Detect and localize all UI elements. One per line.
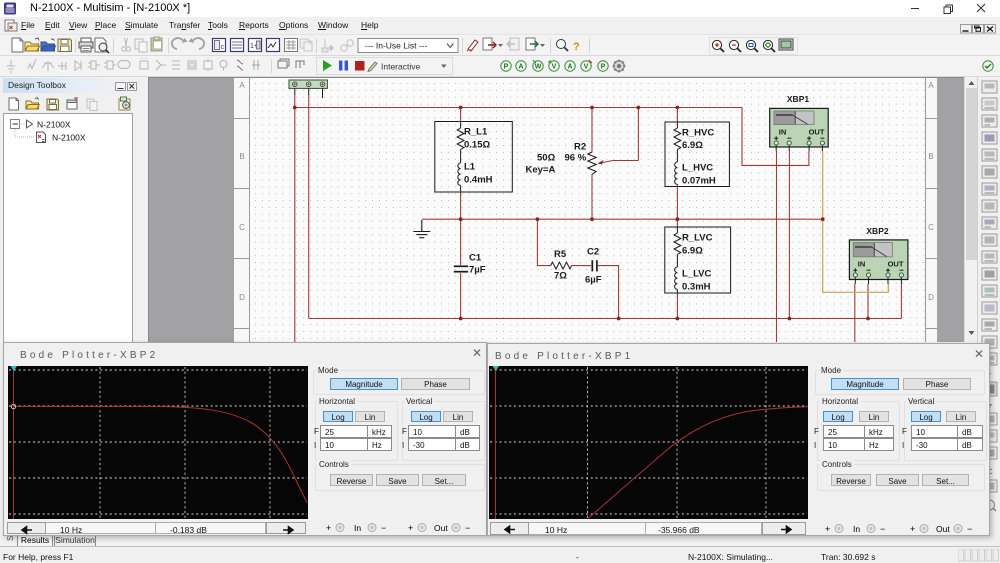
svg-text:A: A (928, 81, 934, 90)
svg-text:Interactive: Interactive (381, 62, 420, 72)
svg-text:L1: L1 (464, 162, 476, 173)
svg-text:V: V (552, 64, 557, 71)
svg-text:c: c (221, 44, 225, 51)
svg-text:N-2100X: N-2100X (37, 120, 71, 130)
svg-text:50Ω: 50Ω (537, 153, 556, 164)
svg-text:P: P (504, 64, 509, 71)
svg-text:IN: IN (858, 260, 866, 269)
svg-text:IN: IN (779, 128, 787, 137)
svg-text:−: − (880, 524, 885, 534)
svg-text:B: B (239, 152, 244, 161)
svg-text:+: + (408, 523, 413, 533)
svg-text:6.9Ω: 6.9Ω (682, 140, 703, 151)
svg-text:In: In (853, 524, 860, 534)
svg-text:N-2100X: N-2100X (52, 133, 86, 143)
svg-text:96 %: 96 % (565, 153, 587, 164)
svg-text:L_HVC: L_HVC (682, 163, 713, 174)
svg-text:−: − (465, 523, 470, 533)
svg-text:B: B (928, 152, 933, 161)
svg-text:0.4mH: 0.4mH (464, 175, 493, 186)
svg-text:−: − (381, 523, 386, 533)
svg-text:R_L1: R_L1 (464, 127, 488, 138)
svg-text:S: S (6, 536, 14, 541)
svg-text:A: A (239, 81, 245, 90)
svg-text:C: C (239, 223, 245, 232)
svg-text:7µF: 7µF (469, 265, 486, 276)
svg-text:D: D (928, 293, 934, 302)
svg-text:C1: C1 (469, 253, 482, 264)
svg-text:P: P (601, 64, 606, 71)
svg-text:7Ω: 7Ω (554, 271, 567, 282)
svg-text:A: A (567, 64, 572, 71)
svg-text:C: C (928, 223, 934, 232)
svg-text:XBP2: XBP2 (866, 226, 888, 236)
svg-text:?: ? (573, 41, 580, 53)
svg-text:XBP1: XBP1 (787, 94, 809, 104)
svg-text:R2: R2 (574, 142, 586, 153)
svg-text:0.15Ω: 0.15Ω (464, 140, 490, 151)
svg-text:+: + (825, 524, 830, 534)
svg-text:R5: R5 (554, 249, 567, 260)
svg-text:−: − (967, 524, 972, 534)
svg-text:OUT: OUT (809, 128, 825, 137)
svg-text:Out: Out (434, 523, 448, 533)
svg-text:A: A (518, 64, 523, 71)
svg-text:0.07mH: 0.07mH (682, 176, 716, 187)
svg-text:6µF: 6µF (585, 275, 602, 286)
svg-text:L_LVC: L_LVC (682, 269, 712, 280)
svg-text:6.9Ω: 6.9Ω (682, 246, 703, 257)
svg-text:+: + (910, 524, 915, 534)
svg-text:R_HVC: R_HVC (682, 128, 714, 139)
svg-text:OUT: OUT (888, 260, 904, 269)
svg-text:V: V (584, 64, 589, 71)
svg-text:+: + (326, 523, 331, 533)
svg-text:Out: Out (936, 524, 950, 534)
svg-text:C2: C2 (587, 247, 599, 258)
svg-text:R_LVC: R_LVC (682, 233, 713, 244)
svg-text:D: D (239, 293, 245, 302)
svg-text:--- In-Use List ---: --- In-Use List --- (365, 41, 428, 51)
svg-text:0.3mH: 0.3mH (682, 282, 711, 293)
svg-text:W: W (535, 64, 542, 71)
svg-text:Key=A: Key=A (526, 165, 556, 176)
svg-text:In: In (354, 523, 361, 533)
